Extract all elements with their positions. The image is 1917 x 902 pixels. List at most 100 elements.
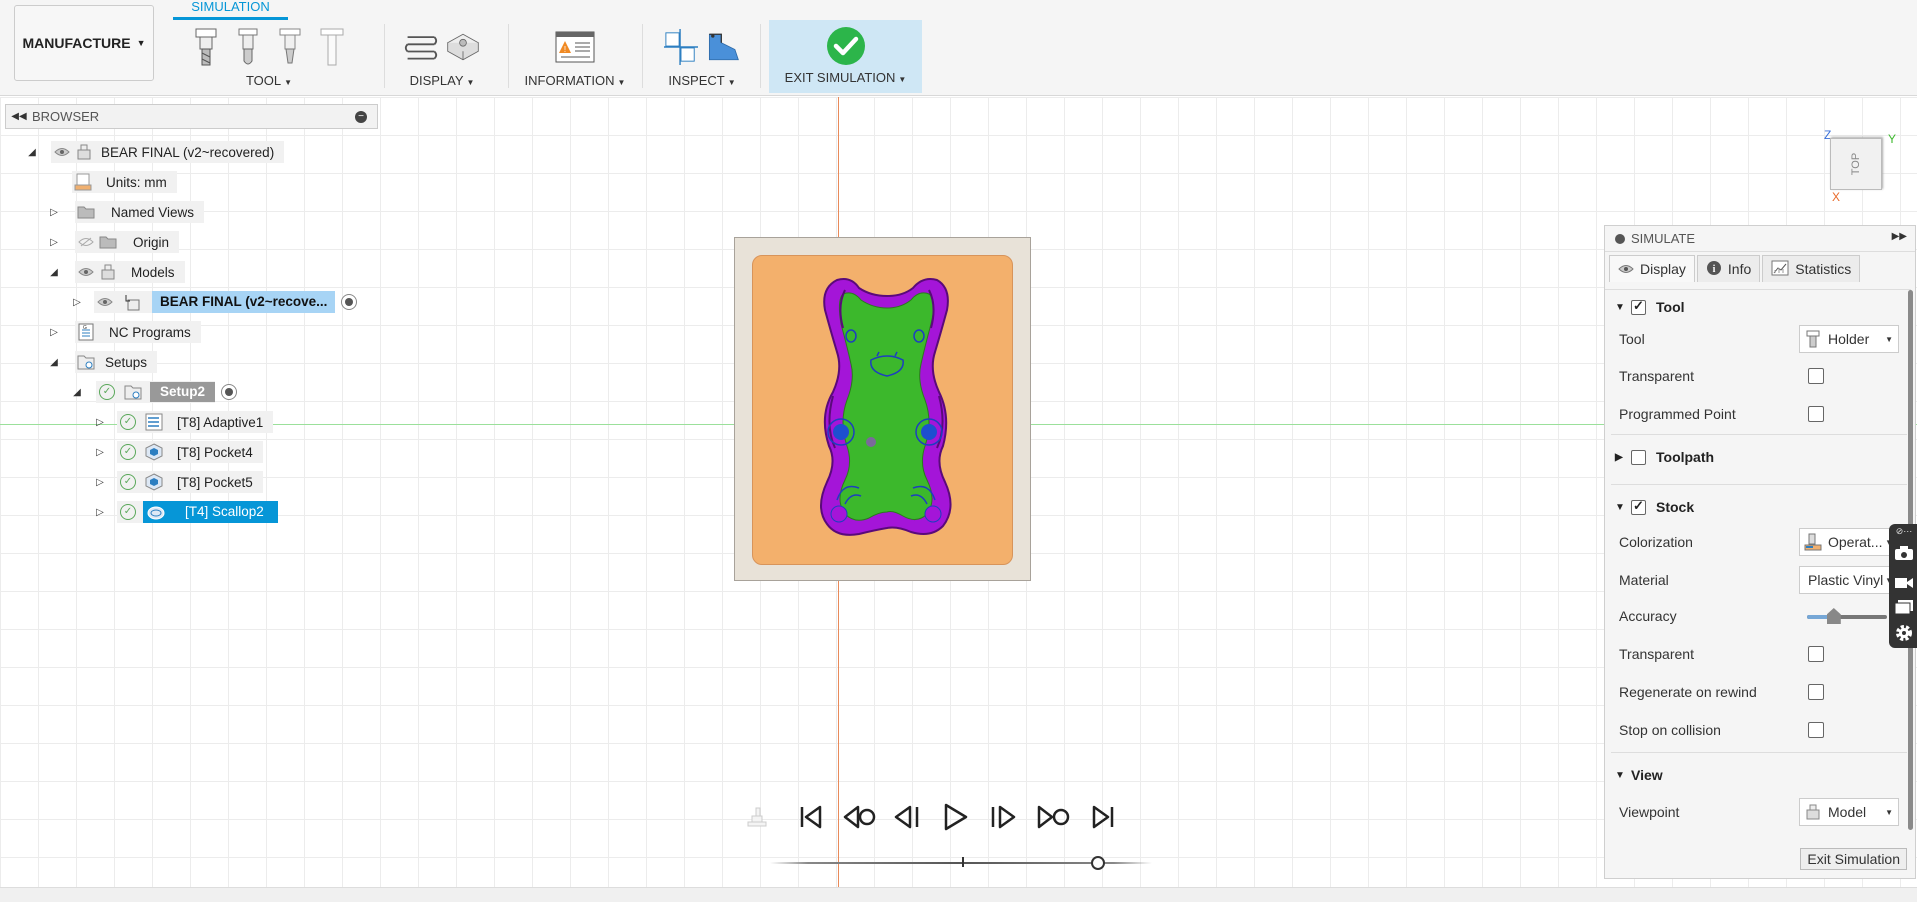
panel-collapse-icon[interactable]	[1615, 233, 1625, 244]
tree-item-nc-programs[interactable]: ▷ G NC Programs	[47, 320, 201, 344]
simulation-info-icon[interactable]: !	[553, 27, 597, 67]
tree-item-operation-selected[interactable]: ▷ ✓ [T4] Scallop2	[93, 500, 278, 524]
expanded-triangle-icon[interactable]: ◢	[47, 267, 61, 278]
scallop-icon	[147, 504, 169, 520]
step-back-icon[interactable]	[890, 800, 924, 834]
section-toolpath[interactable]: ▶ Toolpath	[1615, 446, 1714, 468]
ball-end-mill-icon[interactable]	[231, 27, 265, 67]
play-icon[interactable]	[938, 800, 972, 834]
bear-model[interactable]	[815, 276, 957, 538]
tree-item-named-views[interactable]: ▷ Named Views	[47, 200, 205, 224]
tree-item-operation[interactable]: ▷ ✓ [T8] Adaptive1	[93, 410, 274, 434]
view-cube-face-top[interactable]: TOP	[1830, 138, 1882, 190]
camera-icon[interactable]	[1893, 542, 1915, 564]
tab-statistics[interactable]: Statistics	[1762, 255, 1861, 282]
tree-item-operation[interactable]: ▷ ✓ [T8] Pocket4	[93, 440, 263, 464]
collapsed-triangle-icon[interactable]: ▷	[93, 447, 107, 458]
tree-item-operation[interactable]: ▷ ✓ [T8] Pocket5	[93, 470, 263, 494]
toolpath-section-checkbox[interactable]	[1631, 449, 1646, 465]
collapsed-triangle-icon[interactable]: ▷	[47, 237, 61, 248]
more-options-icon[interactable]: ⊘⋯	[1893, 524, 1915, 538]
flat-end-mill-icon[interactable]	[189, 27, 223, 67]
collapsed-triangle-icon[interactable]: ▷	[47, 327, 61, 338]
tab-display[interactable]: Display	[1609, 255, 1695, 282]
tab-info[interactable]: i Info	[1696, 255, 1761, 282]
dropdown-value: Model	[1828, 804, 1867, 820]
tool-transparent-checkbox[interactable]	[1808, 368, 1824, 384]
timeline-knob[interactable]	[1091, 856, 1106, 870]
tree-item-units[interactable]: Units: mm	[72, 170, 177, 194]
regenerate-checkbox[interactable]	[1808, 684, 1824, 700]
expanded-triangle-icon[interactable]: ▼	[1615, 502, 1631, 513]
tab-simulation[interactable]: SIMULATION	[173, 0, 288, 20]
collapsed-triangle-icon[interactable]: ▶	[1615, 452, 1631, 463]
stock-transparent-checkbox[interactable]	[1808, 646, 1824, 662]
tree-item-root[interactable]: ◢ BEAR FINAL (v2~recovered)	[25, 140, 285, 164]
eye-hidden-icon[interactable]	[75, 231, 97, 253]
tree-item-models[interactable]: ◢ Models	[47, 260, 185, 284]
collapse-browser-icon[interactable]: ◀◀	[6, 111, 32, 122]
machine-icon[interactable]	[740, 800, 774, 834]
collapsed-triangle-icon[interactable]: ▷	[93, 507, 107, 518]
eye-icon[interactable]	[94, 291, 116, 313]
expand-panel-icon[interactable]: ▶▶	[1892, 231, 1907, 242]
chamfer-mill-icon[interactable]	[273, 27, 307, 67]
tree-item-model-body[interactable]: ▷ BEAR FINAL (v2~recove...	[70, 290, 358, 314]
tool-menu[interactable]: TOOL ▼	[174, 72, 364, 90]
activate-radio-icon[interactable]	[221, 384, 238, 400]
collapsed-triangle-icon[interactable]: ▷	[93, 417, 107, 428]
step-forward-icon[interactable]	[986, 800, 1020, 834]
exit-simulation-menu[interactable]: EXIT SIMULATION ▼	[769, 69, 922, 87]
tool-section-checkbox[interactable]	[1631, 298, 1646, 315]
go-to-start-icon[interactable]	[794, 800, 828, 834]
minimize-icon[interactable]: −	[355, 111, 367, 123]
section-analysis-icon[interactable]	[706, 27, 740, 67]
exit-simulation-button[interactable]: Exit Simulation	[1800, 848, 1907, 870]
workspace-switcher-button[interactable]: MANUFACTURE ▼	[14, 5, 154, 81]
next-operation-icon[interactable]	[1036, 800, 1070, 834]
information-menu[interactable]: INFORMATION ▼	[520, 72, 630, 90]
expanded-triangle-icon[interactable]: ◢	[47, 357, 61, 368]
eye-icon[interactable]	[51, 141, 73, 163]
eye-icon[interactable]	[75, 261, 97, 283]
video-camera-icon[interactable]	[1893, 572, 1915, 594]
checkmark-icon[interactable]	[824, 24, 868, 68]
section-tool[interactable]: ▼ Tool	[1615, 296, 1685, 318]
viewpoint-dropdown[interactable]: Model ▼	[1799, 798, 1899, 826]
view-cube[interactable]: Z Y X TOP	[1818, 128, 1898, 208]
measure-icon[interactable]	[664, 27, 698, 67]
section-view[interactable]: ▼ View	[1615, 764, 1663, 786]
expanded-triangle-icon[interactable]: ▼	[1615, 302, 1631, 313]
collapsed-triangle-icon[interactable]: ▷	[70, 297, 84, 308]
section-stock[interactable]: ▼ Stock	[1615, 496, 1694, 518]
stop-collision-checkbox[interactable]	[1808, 722, 1824, 738]
expanded-triangle-icon[interactable]: ◢	[70, 387, 84, 398]
row-accuracy: Accuracy	[1619, 604, 1899, 628]
tree-item-setup2[interactable]: ◢ ✓ Setup2	[70, 380, 238, 404]
display-menu[interactable]: DISPLAY ▼	[396, 72, 488, 90]
slider-thumb[interactable]	[1826, 608, 1841, 624]
window-icon[interactable]	[1893, 596, 1915, 618]
expanded-triangle-icon[interactable]: ◢	[25, 147, 39, 158]
tool-dropdown[interactable]: Holder ▼	[1799, 325, 1899, 353]
accuracy-slider[interactable]	[1807, 604, 1887, 628]
activate-radio-icon[interactable]	[341, 294, 358, 310]
expanded-triangle-icon[interactable]: ▼	[1615, 770, 1631, 781]
holder-tool-icon[interactable]	[315, 27, 349, 67]
go-to-end-icon[interactable]	[1086, 800, 1120, 834]
chevron-down-icon: ▼	[898, 75, 907, 84]
tree-item-origin[interactable]: ▷ Origin	[47, 230, 180, 254]
tree-item-setups[interactable]: ◢ Setups	[47, 350, 158, 374]
material-dropdown[interactable]: Plastic Vinyl ▼	[1799, 566, 1899, 594]
toolpath-display-icon[interactable]	[404, 27, 438, 67]
stock-display-icon[interactable]	[446, 27, 480, 67]
inspect-menu[interactable]: INSPECT ▼	[654, 72, 750, 90]
collapsed-triangle-icon[interactable]: ▷	[93, 477, 107, 488]
programmed-point-checkbox[interactable]	[1808, 406, 1824, 422]
colorization-dropdown[interactable]: Operat... ▼	[1799, 528, 1899, 556]
previous-operation-icon[interactable]	[842, 800, 876, 834]
stock-section-checkbox[interactable]	[1631, 498, 1646, 515]
collapsed-triangle-icon[interactable]: ▷	[47, 207, 61, 218]
simulation-timeline[interactable]	[770, 856, 1152, 870]
gear-icon[interactable]	[1893, 622, 1915, 644]
